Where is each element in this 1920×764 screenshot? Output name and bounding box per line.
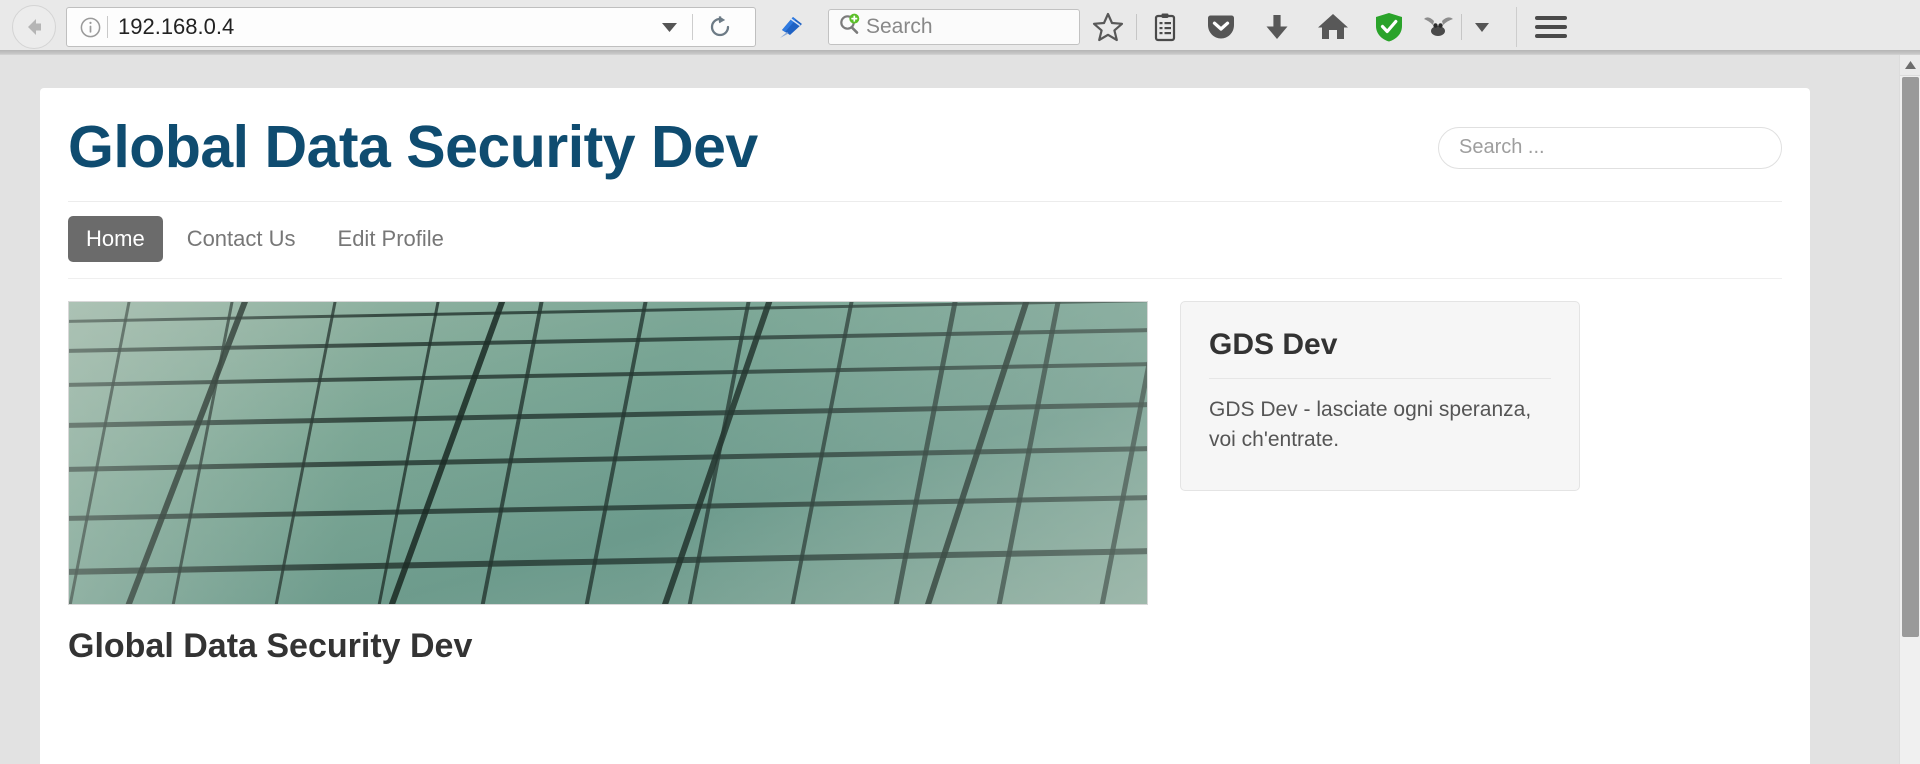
search-plus-icon (837, 12, 863, 43)
facade-horizontal-line (69, 361, 1147, 389)
back-button[interactable] (12, 5, 56, 49)
nav-item-edit-profile[interactable]: Edit Profile (320, 216, 462, 262)
site-nav: Home Contact Us Edit Profile (68, 202, 1782, 279)
widget-title: GDS Dev (1209, 328, 1551, 379)
info-circle-icon[interactable] (75, 16, 105, 39)
url-bar[interactable]: 192.168.0.4 (66, 7, 756, 47)
nav-item-home[interactable]: Home (68, 216, 163, 262)
site-search-input[interactable] (1438, 126, 1782, 169)
widget-body: GDS Dev - lasciate ogni speranza, voi ch… (1209, 398, 1532, 452)
nav-item-contact-us[interactable]: Contact Us (169, 216, 314, 262)
pocket-icon[interactable] (1193, 5, 1249, 49)
sidebar-widget: GDS Dev GDS Dev - lasciate ogni speranza… (1180, 301, 1580, 491)
main-area: Global Data Security Dev GDS Dev GDS Dev… (68, 279, 1782, 666)
toolbar-bottom-edge (0, 50, 1920, 54)
toolbar-search-placeholder: Search (866, 15, 933, 38)
url-text: 192.168.0.4 (118, 14, 235, 39)
flash-block-icon[interactable] (1417, 5, 1461, 49)
facade-horizontal-line (69, 445, 1147, 474)
facade-horizontal-line (69, 602, 1147, 604)
hamburger-menu-icon[interactable] (1523, 5, 1579, 49)
library-icon[interactable] (1137, 5, 1193, 49)
page-viewport: Global Data Security Dev Home Contact Us… (0, 55, 1920, 764)
content-column: Global Data Security Dev (68, 301, 1148, 666)
toolbar-search-box[interactable]: Search (828, 9, 1080, 45)
scroll-thumb[interactable] (1902, 77, 1919, 637)
sidebar-column: GDS Dev GDS Dev - lasciate ogni speranza… (1180, 301, 1580, 666)
scroll-up-button[interactable] (1900, 55, 1920, 76)
home-icon[interactable] (1305, 5, 1361, 49)
bookmark-star-icon[interactable] (1080, 5, 1136, 49)
reload-icon[interactable] (693, 14, 747, 40)
facade-vertical-line (1083, 302, 1147, 604)
page-scrollbar[interactable] (1899, 55, 1920, 764)
browser-toolbar: 192.168.0.4 Search (0, 0, 1920, 55)
site-container: Global Data Security Dev Home Contact Us… (40, 88, 1810, 764)
hero-caption: Global Data Security Dev (68, 627, 473, 665)
downloads-icon[interactable] (1249, 5, 1305, 49)
chevron-down-icon[interactable] (647, 21, 692, 33)
flash-dropdown-icon[interactable] (1462, 5, 1502, 49)
site-header: Global Data Security Dev (68, 88, 1782, 202)
url-divider (107, 16, 108, 38)
menu-divider (1516, 7, 1517, 47)
hero-image (68, 301, 1148, 605)
facade-horizontal-line (69, 546, 1147, 576)
blue-pin-icon[interactable] (774, 10, 808, 44)
shield-green-icon[interactable] (1361, 5, 1417, 49)
site-title: Global Data Security Dev (68, 114, 758, 180)
triangle-up-icon (1904, 56, 1916, 74)
